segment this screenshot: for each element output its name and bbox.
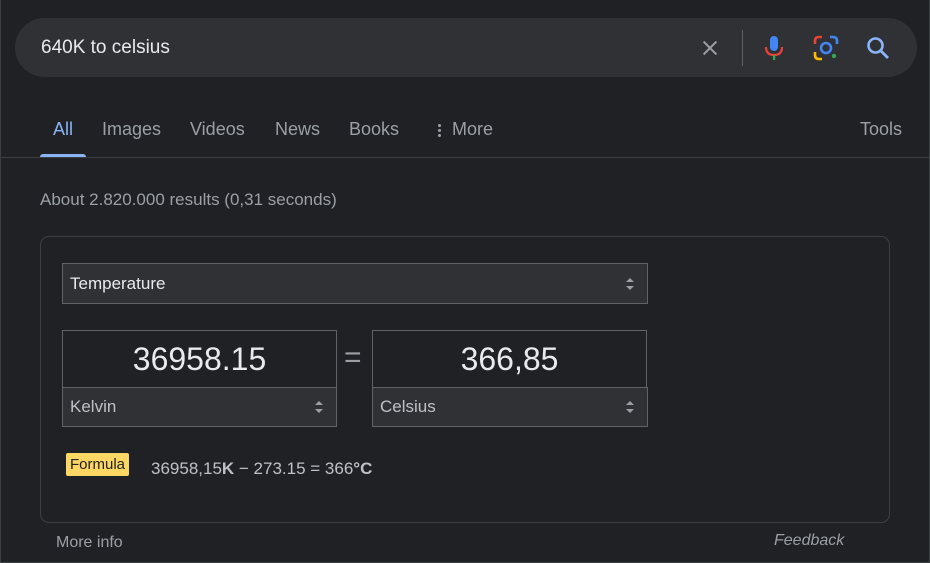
equals-sign: = (344, 341, 362, 374)
tabs-divider (1, 157, 929, 158)
formula-badge: Formula (66, 453, 130, 476)
from-unit-select[interactable]: Kelvin (62, 387, 337, 427)
formula-part1: 36958,15 (151, 459, 222, 478)
tab-more[interactable]: More (438, 105, 493, 157)
search-icon[interactable] (863, 33, 893, 63)
tab-more-label: More (452, 119, 494, 139)
to-value-input[interactable] (373, 331, 646, 387)
microphone-icon[interactable] (759, 33, 789, 63)
search-divider (742, 30, 743, 66)
to-unit-select[interactable]: Celsius (372, 387, 648, 427)
more-vert-icon (438, 122, 442, 139)
select-arrows-icon (626, 401, 634, 413)
formula-part2: − 273.15 = 366 (234, 459, 354, 478)
tab-videos[interactable]: Videos (190, 105, 245, 157)
formula-unit2: °C (353, 459, 373, 478)
to-value-box (372, 330, 647, 387)
search-input[interactable] (41, 18, 681, 77)
google-lens-icon[interactable] (811, 33, 841, 63)
unit-converter-card: Temperature Kelvin = Celsius Formula 369… (40, 236, 890, 523)
from-unit-label: Kelvin (70, 397, 117, 416)
from-value-input[interactable] (63, 331, 336, 387)
select-arrows-icon (626, 277, 634, 290)
search-bar (15, 18, 917, 77)
tab-books[interactable]: Books (349, 105, 399, 157)
formula-text: 36958,15K − 273.15 = 366°C (151, 459, 372, 479)
tab-all[interactable]: All (39, 105, 87, 157)
result-stats: About 2.820.000 results (0,31 seconds) (40, 190, 337, 209)
select-arrows-icon (315, 401, 323, 413)
tab-images[interactable]: Images (102, 105, 161, 157)
tab-news[interactable]: News (275, 105, 320, 157)
category-select-label: Temperature (70, 273, 166, 293)
clear-icon[interactable] (695, 33, 725, 63)
search-tabs: All Images Videos News Books More Tools (1, 105, 929, 157)
more-info-link[interactable]: More info (56, 534, 123, 552)
tools-button[interactable]: Tools (860, 105, 902, 157)
feedback-link[interactable]: Feedback (774, 532, 844, 550)
from-value-box (62, 330, 337, 387)
category-select[interactable]: Temperature (62, 263, 648, 304)
to-unit-label: Celsius (380, 397, 436, 416)
formula-unit1: K (221, 459, 235, 478)
